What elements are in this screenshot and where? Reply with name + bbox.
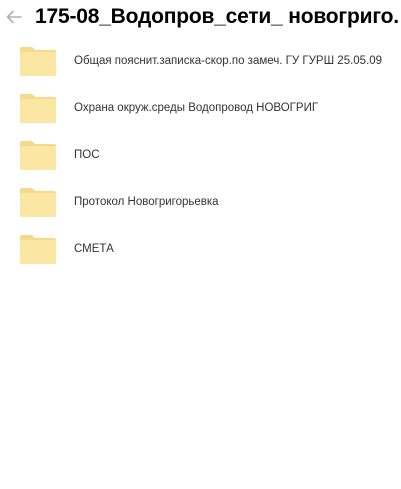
folder-name: ПОС — [74, 149, 100, 161]
folder-name: Охрана окруж.среды Водопровод НОВОГРИГ — [74, 102, 319, 114]
folder-icon — [20, 47, 56, 76]
folder-name: Общая пояснит.записка-скор.по замеч. ГУ … — [74, 55, 383, 67]
folder-item[interactable]: ПОС — [0, 132, 401, 179]
page-title: 175-08_Водопров_сети_ новогриго. — [35, 5, 399, 28]
folder-icon — [20, 235, 56, 264]
folder-name: Протокол Новогригорьевка — [74, 196, 219, 208]
folder-item[interactable]: Общая пояснит.записка-скор.по замеч. ГУ … — [0, 38, 401, 85]
folder-list: Общая пояснит.записка-скор.по замеч. ГУ … — [0, 38, 401, 273]
folder-icon — [20, 188, 56, 217]
folder-item[interactable]: Протокол Новогригорьевка — [0, 179, 401, 226]
folder-icon — [20, 94, 56, 123]
back-button[interactable] — [5, 8, 23, 26]
folder-item[interactable]: СМЕТА — [0, 226, 401, 273]
folder-name: СМЕТА — [74, 243, 114, 255]
folder-icon — [20, 141, 56, 170]
header: 175-08_Водопров_сети_ новогриго. — [0, 0, 401, 36]
arrow-left-icon — [5, 8, 23, 26]
folder-item[interactable]: Охрана окруж.среды Водопровод НОВОГРИГ — [0, 85, 401, 132]
